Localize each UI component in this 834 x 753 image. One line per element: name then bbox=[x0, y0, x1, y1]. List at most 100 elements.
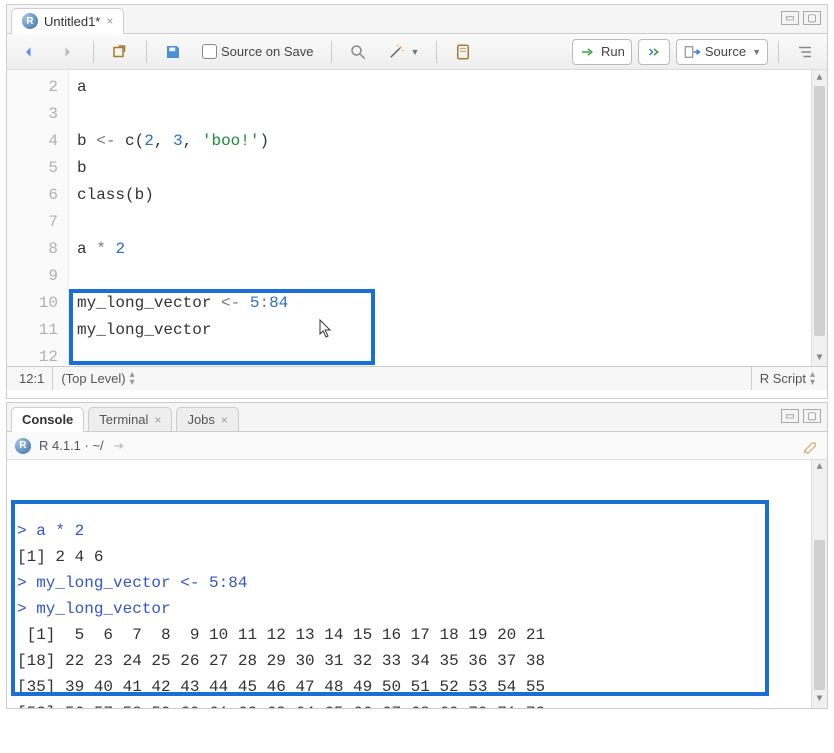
code-line[interactable] bbox=[77, 209, 819, 236]
line-number: 3 bbox=[11, 101, 58, 128]
code-line[interactable]: b bbox=[77, 155, 819, 182]
source-on-save-label: Source on Save bbox=[221, 44, 314, 59]
scroll-up-arrow[interactable]: ▲ bbox=[812, 70, 827, 86]
run-button[interactable]: Run bbox=[572, 39, 632, 65]
console-working-dir: R 4.1.1 · ~/ bbox=[39, 438, 104, 453]
code-line[interactable]: class(b) bbox=[77, 182, 819, 209]
language-selector[interactable]: R Script ▴▾ bbox=[751, 367, 823, 390]
line-number: 10 bbox=[11, 290, 58, 317]
outline-icon bbox=[796, 43, 814, 61]
maximize-pane-button[interactable]: ▢ bbox=[803, 409, 821, 423]
wand-icon bbox=[387, 43, 405, 61]
chevron-down-icon: ▼ bbox=[411, 47, 420, 57]
rerun-icon bbox=[645, 43, 663, 61]
r-logo-icon: R bbox=[15, 438, 31, 454]
find-button[interactable] bbox=[342, 39, 374, 65]
code-line[interactable] bbox=[77, 263, 819, 290]
console-line: > my_long_vector bbox=[17, 596, 817, 622]
pane-window-controls: ▭ ▢ bbox=[781, 11, 821, 25]
pane-window-controls: ▭ ▢ bbox=[781, 409, 821, 423]
popout-icon bbox=[111, 43, 129, 61]
separator bbox=[93, 41, 94, 63]
scroll-up-arrow[interactable]: ▲ bbox=[812, 460, 827, 476]
checkbox-icon bbox=[202, 44, 217, 59]
line-number: 9 bbox=[11, 263, 58, 290]
compile-report-button[interactable] bbox=[447, 39, 479, 65]
arrow-right-icon bbox=[58, 43, 76, 61]
console-output[interactable]: > a * 2[1] 2 4 6> my_long_vector <- 5:84… bbox=[7, 460, 827, 708]
search-icon bbox=[349, 43, 367, 61]
code-line[interactable]: my_long_vector <- 5:84 bbox=[77, 290, 819, 317]
source-label: Source bbox=[705, 44, 746, 59]
vertical-scrollbar[interactable]: ▲ ▼ bbox=[811, 460, 827, 708]
line-number: 4 bbox=[11, 128, 58, 155]
scroll-down-arrow[interactable]: ▼ bbox=[812, 350, 827, 366]
line-number: 7 bbox=[11, 209, 58, 236]
console-line: > my_long_vector <- 5:84 bbox=[17, 570, 817, 596]
line-number: 2 bbox=[11, 74, 58, 101]
code-line[interactable]: b <- c(2, 3, 'boo!') bbox=[77, 128, 819, 155]
console-line: [1] 5 6 7 8 9 10 11 12 13 14 15 16 17 18… bbox=[17, 622, 817, 648]
show-in-new-window-button[interactable] bbox=[104, 39, 136, 65]
console-tab-label: Console bbox=[22, 412, 73, 427]
scroll-thumb[interactable] bbox=[814, 86, 825, 336]
scope-selector[interactable]: (Top Level) ▴▾ bbox=[52, 367, 142, 390]
save-button[interactable] bbox=[157, 39, 189, 65]
terminal-tab-label: Terminal bbox=[99, 412, 148, 427]
console-line: > a * 2 bbox=[17, 518, 817, 544]
source-button[interactable]: Source ▼ bbox=[676, 39, 768, 65]
notebook-icon bbox=[454, 43, 472, 61]
line-number: 12 bbox=[11, 344, 58, 366]
close-icon[interactable]: × bbox=[221, 413, 228, 427]
forward-button[interactable] bbox=[51, 39, 83, 65]
arrow-left-icon bbox=[20, 43, 38, 61]
code-area[interactable]: a b <- c(2, 3, 'boo!')bclass(b) a * 2 my… bbox=[69, 70, 827, 366]
line-number: 8 bbox=[11, 236, 58, 263]
minimize-pane-button[interactable]: ▭ bbox=[781, 409, 799, 423]
line-number: 11 bbox=[11, 317, 58, 344]
vertical-scrollbar[interactable]: ▲ ▼ bbox=[811, 70, 827, 366]
code-line[interactable]: my_long_vector bbox=[77, 317, 819, 344]
rerun-button[interactable] bbox=[638, 39, 670, 65]
terminal-tab[interactable]: Terminal × bbox=[88, 407, 172, 432]
source-on-save-toggle[interactable]: Source on Save bbox=[195, 40, 321, 63]
run-icon bbox=[579, 43, 597, 61]
code-line[interactable]: a bbox=[77, 74, 819, 101]
console-line: [18] 22 23 24 25 26 27 28 29 30 31 32 33… bbox=[17, 648, 817, 674]
clear-console-icon[interactable] bbox=[801, 437, 819, 455]
outline-button[interactable] bbox=[789, 39, 821, 65]
console-header: R R 4.1.1 · ~/ bbox=[7, 432, 827, 460]
jobs-tab-label: Jobs bbox=[187, 412, 214, 427]
separator bbox=[146, 41, 147, 63]
jobs-tab[interactable]: Jobs × bbox=[176, 407, 238, 432]
scroll-down-arrow[interactable]: ▼ bbox=[812, 692, 827, 708]
cursor-position: 12:1 bbox=[11, 367, 52, 390]
separator bbox=[778, 41, 779, 63]
source-toolbar: Source on Save ▼ Run Source ▼ bbox=[7, 34, 827, 70]
console-tab[interactable]: Console bbox=[11, 407, 84, 432]
separator bbox=[436, 41, 437, 63]
back-button[interactable] bbox=[13, 39, 45, 65]
chevron-down-icon: ▼ bbox=[752, 47, 761, 57]
code-editor[interactable]: 23456789101112 a b <- c(2, 3, 'boo!')bcl… bbox=[7, 70, 827, 366]
minimize-pane-button[interactable]: ▭ bbox=[781, 11, 799, 25]
console-pane: Console Terminal × Jobs × ▭ ▢ R R 4.1.1 … bbox=[6, 402, 828, 709]
source-tab-title: Untitled1* bbox=[44, 14, 100, 29]
console-line: [1] 2 4 6 bbox=[17, 544, 817, 570]
r-file-icon: R bbox=[22, 13, 38, 29]
editor-statusbar: 12:1 (Top Level) ▴▾ R Script ▴▾ bbox=[7, 366, 827, 390]
goto-dir-icon[interactable] bbox=[112, 439, 126, 453]
close-icon[interactable]: × bbox=[154, 413, 161, 427]
source-tab[interactable]: R Untitled1* × bbox=[11, 8, 124, 34]
line-number-gutter: 23456789101112 bbox=[7, 70, 69, 366]
scroll-thumb[interactable] bbox=[814, 540, 825, 690]
maximize-pane-button[interactable]: ▢ bbox=[803, 11, 821, 25]
console-tabbar: Console Terminal × Jobs × ▭ ▢ bbox=[7, 403, 827, 432]
code-line[interactable] bbox=[77, 101, 819, 128]
code-line[interactable]: a * 2 bbox=[77, 236, 819, 263]
mouse-cursor-icon bbox=[319, 319, 333, 339]
close-icon[interactable]: × bbox=[106, 14, 113, 28]
code-tools-button[interactable]: ▼ bbox=[380, 39, 427, 65]
console-line: [52] 56 57 58 59 60 61 62 63 64 65 66 67… bbox=[17, 700, 817, 708]
code-line[interactable] bbox=[77, 344, 819, 366]
